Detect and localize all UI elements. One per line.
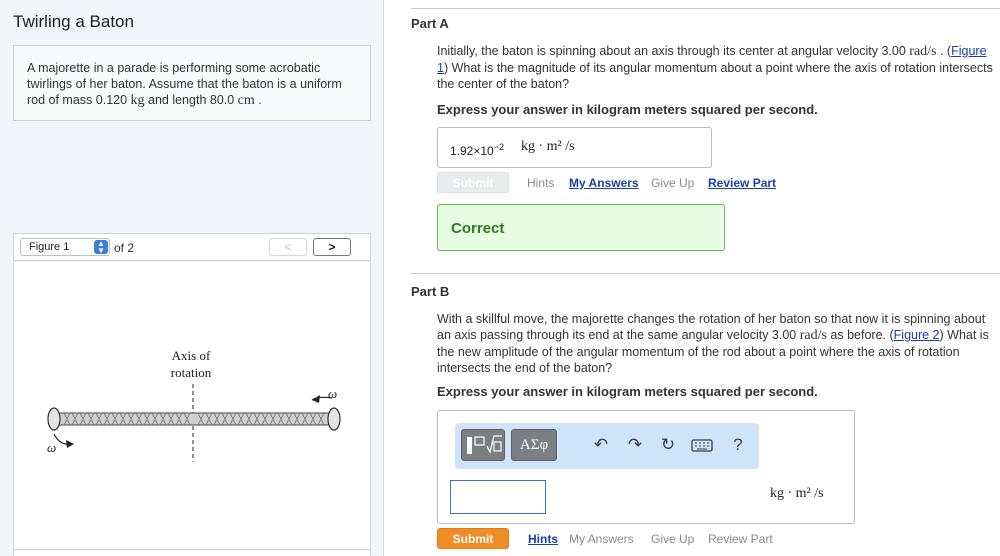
- keyboard-icon[interactable]: [691, 436, 713, 459]
- part-a-divider: [411, 8, 1000, 9]
- figure-select-value: Figure 1: [29, 241, 70, 253]
- part-a-give-up-link[interactable]: Give Up: [651, 176, 694, 190]
- figure-2-link[interactable]: Figure 2: [894, 328, 940, 342]
- select-arrows-icon: ▲ ▼: [94, 240, 108, 255]
- length-unit: cm: [237, 93, 255, 108]
- answer-mantissa: 1.92×10: [450, 144, 494, 158]
- problem-title: Twirling a Baton: [13, 12, 134, 31]
- prev-figure-button[interactable]: <: [269, 238, 307, 256]
- figure-count: of 2: [114, 241, 135, 255]
- part-a-review-part-link[interactable]: Review Part: [708, 176, 776, 190]
- templates-button[interactable]: [461, 429, 505, 461]
- part-b-my-answers-link[interactable]: My Answers: [569, 532, 634, 546]
- omega-label-right: ω: [328, 386, 338, 401]
- question-text: ) What is the magnitude of its angular m…: [437, 61, 993, 91]
- reset-icon[interactable]: ↻: [657, 435, 679, 455]
- correct-status: Correct: [451, 220, 505, 237]
- part-b-review-part-link[interactable]: Review Part: [708, 532, 773, 546]
- parts-panel: Part A Initially, the baton is spinning …: [384, 0, 1000, 556]
- part-b-divider: [411, 273, 1000, 274]
- part-b-question: With a skillful move, the majorette chan…: [437, 311, 997, 376]
- part-a-title: Part A: [411, 16, 449, 31]
- part-b-submit-button[interactable]: Submit: [437, 528, 509, 549]
- figure-bottom-divider: [14, 549, 370, 550]
- templates-icon: [467, 435, 502, 454]
- part-a-answer-value: 1.92×10−2: [450, 142, 504, 158]
- math-toolbar: ΑΣφ ↶ ↷ ↻ ?: [455, 423, 759, 469]
- problem-panel: Twirling a Baton A majorette in a parade…: [0, 0, 384, 556]
- angular-velocity-unit: rad/s: [909, 44, 937, 59]
- problem-statement: A majorette in a parade is performing so…: [13, 45, 371, 121]
- part-a-my-answers-link[interactable]: My Answers: [569, 176, 639, 190]
- omega-label-left: ω: [47, 440, 57, 455]
- part-b-answer-input[interactable]: [450, 480, 546, 514]
- part-a-answer-unit: kg · m² /s: [521, 139, 575, 154]
- question-text: as before. (: [826, 328, 894, 342]
- symbols-button[interactable]: ΑΣφ: [511, 429, 557, 461]
- part-a-hints-link[interactable]: Hints: [527, 176, 554, 190]
- mass-unit: kg: [130, 93, 145, 108]
- problem-text: and length 80.0: [144, 93, 238, 107]
- angular-velocity-unit: rad/s: [799, 328, 827, 343]
- question-text: . (: [936, 44, 952, 58]
- part-a-submit-button[interactable]: Submit: [437, 172, 509, 193]
- figure-navigation: Figure 1 ▲ ▼ of 2 < >: [13, 233, 371, 261]
- answer-exponent: −2: [493, 142, 504, 152]
- part-b-answer-field: ΑΣφ ↶ ↷ ↻ ? kg · m² /s: [437, 410, 855, 524]
- figure-panel: Axis of rotation ω ω: [13, 262, 371, 556]
- part-b-instruction: Express your answer in kilogram meters s…: [437, 384, 818, 399]
- part-a-instruction: Express your answer in kilogram meters s…: [437, 102, 818, 117]
- help-button[interactable]: ?: [727, 435, 749, 455]
- part-b-hints-link[interactable]: Hints: [528, 532, 558, 546]
- redo-icon[interactable]: ↷: [624, 435, 646, 455]
- problem-text: .: [254, 93, 262, 107]
- keyboard-glyph: [691, 439, 713, 452]
- part-b-answer-unit: kg · m² /s: [770, 486, 824, 501]
- figure-select[interactable]: Figure 1 ▲ ▼: [20, 238, 110, 256]
- next-figure-button[interactable]: >: [313, 238, 351, 256]
- question-text: Initially, the baton is spinning about a…: [437, 44, 910, 58]
- part-b-title: Part B: [411, 284, 450, 299]
- part-a-correct-banner: Correct: [437, 204, 725, 251]
- part-b-give-up-link[interactable]: Give Up: [651, 532, 694, 546]
- part-a-question: Initially, the baton is spinning about a…: [437, 43, 997, 92]
- baton-diagram: [47, 384, 341, 462]
- undo-icon[interactable]: ↶: [590, 435, 612, 455]
- part-a-answer-field: 1.92×10−2 kg · m² /s: [437, 127, 712, 168]
